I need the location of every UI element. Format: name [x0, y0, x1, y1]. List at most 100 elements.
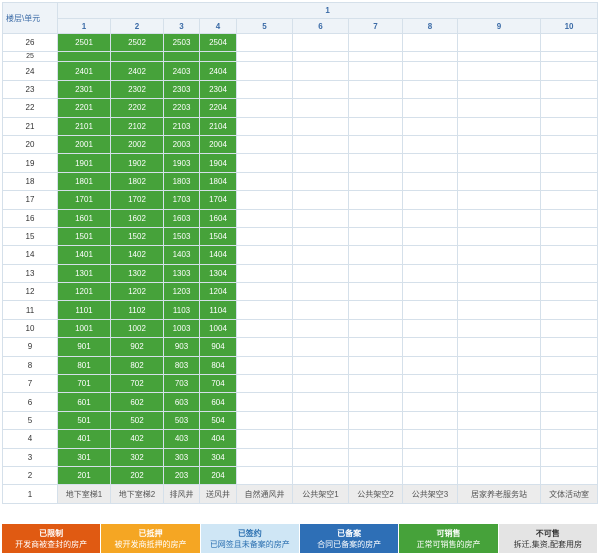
unit-cell[interactable]: 2303 — [163, 79, 200, 100]
unit-cell[interactable]: 1802 — [110, 171, 164, 192]
unit-cell[interactable]: 2402 — [110, 61, 164, 81]
unit-cell[interactable]: 1404 — [199, 245, 237, 265]
unit-cell[interactable]: 1401 — [57, 245, 111, 265]
unit-cell[interactable]: 202 — [110, 465, 164, 486]
unit-cell[interactable]: 404 — [199, 429, 237, 449]
unit-cell[interactable]: 304 — [199, 447, 237, 467]
unit-cell[interactable]: 701 — [57, 374, 111, 394]
unit-cell[interactable]: 2304 — [199, 79, 237, 100]
unit-cell[interactable]: 2403 — [163, 61, 200, 81]
unit-cell[interactable]: 1701 — [57, 190, 111, 210]
unit-cell[interactable]: 1704 — [199, 190, 237, 210]
unit-cell[interactable]: 1903 — [163, 153, 200, 173]
unit-cell[interactable]: 201 — [57, 465, 111, 486]
unit-cell[interactable]: 1702 — [110, 190, 164, 210]
unit-cell[interactable]: 704 — [199, 374, 237, 394]
unit-cell[interactable]: 1001 — [57, 318, 111, 339]
unit-cell[interactable]: 1602 — [110, 208, 164, 228]
empty-cell — [348, 245, 403, 265]
unit-cell[interactable]: 1901 — [57, 153, 111, 173]
unit-cell[interactable]: 1303 — [163, 263, 200, 284]
unit-cell[interactable]: 1601 — [57, 208, 111, 228]
unit-cell[interactable]: 1002 — [110, 318, 164, 339]
unit-cell[interactable]: 2002 — [110, 134, 164, 155]
empty-cell — [236, 153, 293, 173]
unit-cell[interactable]: 804 — [199, 355, 237, 376]
unit-cell[interactable]: 1004 — [199, 318, 237, 339]
unit-cell[interactable]: 2003 — [163, 134, 200, 155]
unit-cell[interactable]: 2501 — [57, 32, 111, 53]
unit-cell[interactable]: 1503 — [163, 226, 200, 247]
unit-cell[interactable]: 1204 — [199, 282, 237, 302]
unit-cell[interactable]: 402 — [110, 429, 164, 449]
unit-cell[interactable]: 1202 — [110, 282, 164, 302]
unit-cell[interactable]: 2202 — [110, 98, 164, 118]
unit-cell[interactable]: 801 — [57, 355, 111, 376]
unit-cell[interactable]: 2204 — [199, 98, 237, 118]
unit-cell[interactable]: 1104 — [199, 300, 237, 320]
legend-title: 已抵押 — [138, 528, 163, 538]
unit-cell[interactable]: 904 — [199, 337, 237, 357]
unit-cell[interactable]: 604 — [199, 392, 237, 412]
unit-cell[interactable]: 901 — [57, 337, 111, 357]
unit-cell[interactable]: 1103 — [163, 300, 200, 320]
unit-cell[interactable]: 2301 — [57, 79, 111, 100]
unit-cell[interactable]: 1101 — [57, 300, 111, 320]
unit-cell[interactable]: 1603 — [163, 208, 200, 228]
unit-cell[interactable]: 1304 — [199, 263, 237, 284]
unit-cell[interactable]: 301 — [57, 447, 111, 467]
unit-cell[interactable]: 1904 — [199, 153, 237, 173]
unit-cell[interactable]: 2502 — [110, 32, 164, 53]
unit-cell[interactable]: 1804 — [199, 171, 237, 192]
unit-cell[interactable]: 2401 — [57, 61, 111, 81]
unit-cell[interactable]: 1102 — [110, 300, 164, 320]
unit-cell[interactable]: 1502 — [110, 226, 164, 247]
unit-cell[interactable]: 2102 — [110, 116, 164, 136]
unit-cell[interactable]: 703 — [163, 374, 200, 394]
unit-cell[interactable]: 1803 — [163, 171, 200, 192]
unit-cell[interactable]: 2404 — [199, 61, 237, 81]
unit-cell[interactable]: 902 — [110, 337, 164, 357]
floor-label: 26 — [2, 32, 58, 53]
unit-cell[interactable]: 2004 — [199, 134, 237, 155]
unit-cell[interactable]: 1003 — [163, 318, 200, 339]
unit-cell[interactable]: 204 — [199, 465, 237, 486]
unit-cell[interactable]: 2101 — [57, 116, 111, 136]
unit-cell[interactable]: 1504 — [199, 226, 237, 247]
unit-cell[interactable]: 2201 — [57, 98, 111, 118]
unit-cell[interactable]: 802 — [110, 355, 164, 376]
unit-cell[interactable]: 2302 — [110, 79, 164, 100]
unit-cell[interactable]: 1604 — [199, 208, 237, 228]
unit-cell[interactable]: 504 — [199, 410, 237, 431]
unit-cell[interactable]: 1302 — [110, 263, 164, 284]
unit-cell[interactable]: 501 — [57, 410, 111, 431]
unit-cell[interactable]: 502 — [110, 410, 164, 431]
unit-cell[interactable]: 602 — [110, 392, 164, 412]
unit-cell[interactable]: 1703 — [163, 190, 200, 210]
unit-cell[interactable]: 1301 — [57, 263, 111, 284]
unit-cell[interactable]: 1403 — [163, 245, 200, 265]
unit-cell[interactable]: 1902 — [110, 153, 164, 173]
unit-cell[interactable]: 2503 — [163, 32, 200, 53]
unit-cell[interactable]: 302 — [110, 447, 164, 467]
unit-cell[interactable]: 803 — [163, 355, 200, 376]
unit-cell[interactable]: 1801 — [57, 171, 111, 192]
unit-cell[interactable]: 503 — [163, 410, 200, 431]
unit-cell[interactable]: 903 — [163, 337, 200, 357]
unit-cell[interactable]: 2001 — [57, 134, 111, 155]
unit-cell[interactable]: 403 — [163, 429, 200, 449]
unit-cell[interactable]: 203 — [163, 465, 200, 486]
unit-cell[interactable]: 2504 — [199, 32, 237, 53]
unit-cell[interactable]: 1501 — [57, 226, 111, 247]
unit-cell[interactable]: 1402 — [110, 245, 164, 265]
unit-cell[interactable]: 2203 — [163, 98, 200, 118]
unit-cell[interactable]: 601 — [57, 392, 111, 412]
unit-cell[interactable]: 1201 — [57, 282, 111, 302]
unit-cell[interactable]: 401 — [57, 429, 111, 449]
unit-cell[interactable]: 303 — [163, 447, 200, 467]
unit-cell[interactable]: 2104 — [199, 116, 237, 136]
unit-cell[interactable]: 702 — [110, 374, 164, 394]
unit-cell[interactable]: 603 — [163, 392, 200, 412]
unit-cell[interactable]: 1203 — [163, 282, 200, 302]
unit-cell[interactable]: 2103 — [163, 116, 200, 136]
